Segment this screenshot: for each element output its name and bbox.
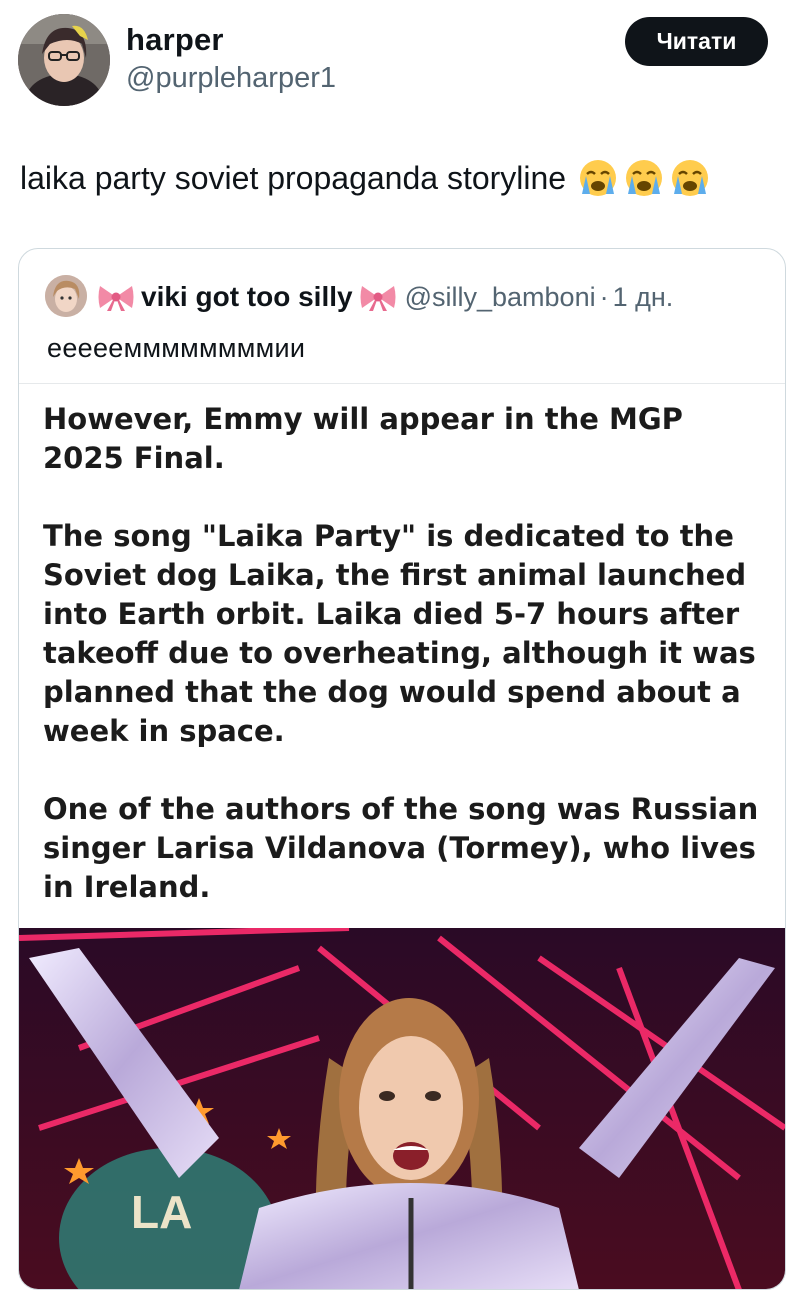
loudly-crying-face-icon xyxy=(626,160,663,196)
quoted-author-avatar[interactable] xyxy=(45,275,87,317)
quoted-post-header: viki got too silly @silly_bamboni · 1 дн… xyxy=(97,277,673,317)
stage-photo: LA xyxy=(19,928,785,1289)
quoted-post-time[interactable]: 1 дн. xyxy=(613,282,674,313)
follow-button[interactable]: Читати xyxy=(625,17,768,66)
author-name[interactable]: harper xyxy=(126,22,224,58)
caption-paragraph: The song "Laika Party" is dedicated to t… xyxy=(43,519,756,748)
image-caption: However, Emmy will appear in the MGP 202… xyxy=(43,400,763,946)
loudly-crying-face-icon xyxy=(580,160,617,196)
photo-sign-text: LA xyxy=(131,1186,192,1238)
emoji-row xyxy=(578,158,710,198)
post-header: harper @purpleharper1 Читати xyxy=(0,0,791,130)
author-handle[interactable]: @purpleharper1 xyxy=(126,62,336,95)
loudly-crying-face-icon xyxy=(672,160,709,196)
author-avatar[interactable] xyxy=(18,14,110,106)
caption-paragraph: One of the authors of the song was Russi… xyxy=(43,792,759,904)
ribbon-bow-icon xyxy=(360,286,396,311)
post-text: laika party soviet propaganda storyline xyxy=(20,160,567,196)
post-text-line: laika party soviet propaganda storyline xyxy=(20,158,710,198)
quoted-post-text: eeeeeммммммммии xyxy=(47,333,306,363)
quoted-author-name[interactable]: viki got too silly xyxy=(141,281,353,313)
ribbon-bow-icon xyxy=(98,286,134,311)
caption-paragraph: However, Emmy will appear in the MGP 202… xyxy=(43,402,683,475)
separator-dot: · xyxy=(599,281,609,312)
quoted-post-card[interactable]: viki got too silly @silly_bamboni · 1 дн… xyxy=(18,248,786,1290)
quoted-author-handle[interactable]: @silly_bamboni xyxy=(405,282,596,313)
quoted-post-media[interactable]: However, Emmy will appear in the MGP 202… xyxy=(19,383,785,1289)
